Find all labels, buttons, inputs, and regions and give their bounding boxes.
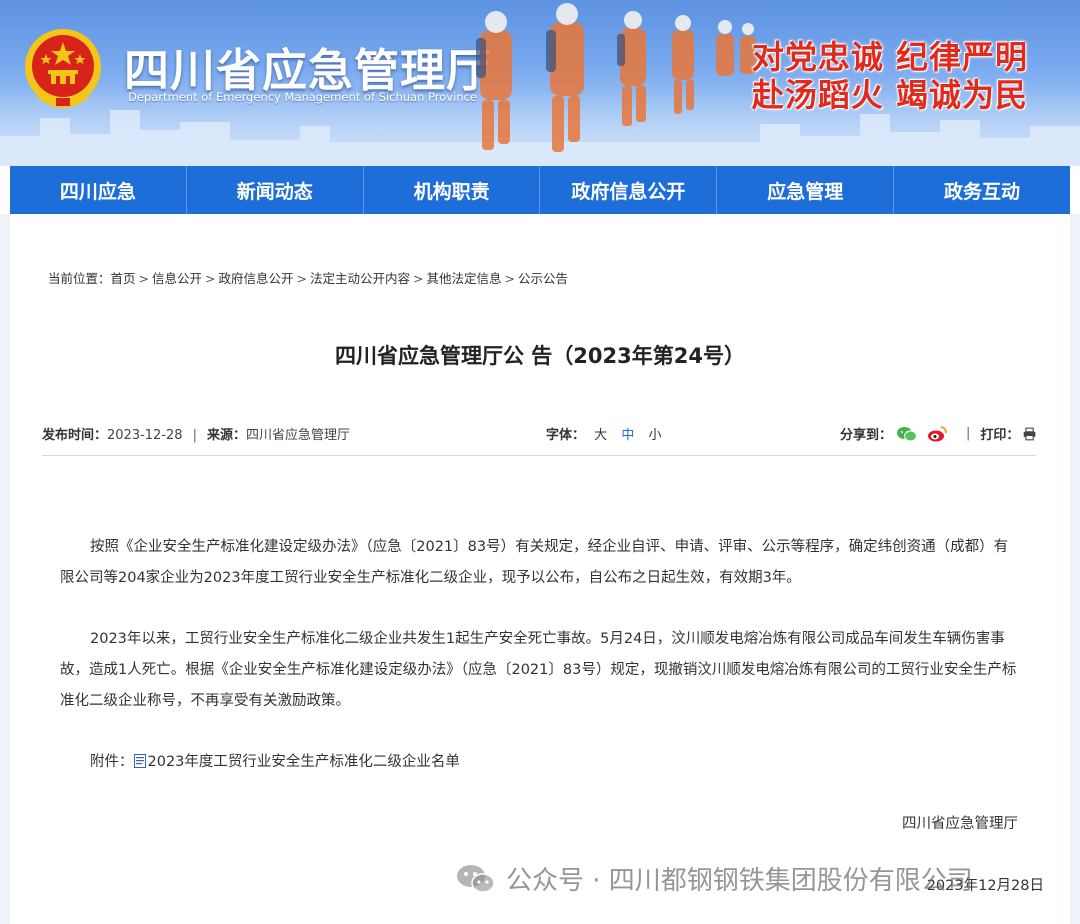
- nav-item-sichuan-emergency[interactable]: 四川应急: [10, 166, 187, 214]
- attachment-link[interactable]: 2023年度工贸行业安全生产标准化二级企业名单: [148, 750, 460, 771]
- attachment-label: 附件：: [90, 754, 134, 770]
- share-label: 分享到：: [840, 428, 893, 443]
- source-value: 四川省应急管理厅: [245, 428, 350, 443]
- breadcrumb-separator: >: [504, 271, 516, 286]
- wechat-watermark: 公众号 · 四川都钢钢铁集团股份有限公司: [456, 860, 973, 897]
- nav-item-interaction[interactable]: 政务互动: [894, 166, 1070, 214]
- signature: 四川省应急管理厅: [902, 816, 1018, 832]
- wechat-icon: [457, 864, 495, 893]
- article-paragraph-2: 2023年以来，工贸行业安全生产标准化二级企业共发生1起生产安全死亡事故。5月2…: [60, 631, 1017, 709]
- breadcrumb-home[interactable]: 首页: [111, 271, 136, 286]
- font-size-small[interactable]: 小: [648, 428, 661, 443]
- nav-item-organization[interactable]: 机构职责: [364, 166, 541, 214]
- main-nav: 四川应急 新闻动态 机构职责 政府信息公开 应急管理 政务互动: [10, 166, 1070, 214]
- font-size-label: 字体：: [546, 428, 586, 443]
- national-emblem-icon: [25, 29, 101, 108]
- breadcrumb-info-public[interactable]: 信息公开: [152, 271, 202, 286]
- breadcrumb-gov-info[interactable]: 政府信息公开: [219, 271, 294, 286]
- breadcrumb-separator: >: [205, 271, 216, 286]
- font-size-medium[interactable]: 中: [621, 428, 634, 443]
- breadcrumb-announcements[interactable]: 公示公告: [518, 271, 568, 286]
- article-meta-info: 发布时间：2023-12-28 | 来源：四川省应急管理厅: [42, 424, 350, 443]
- firefighters-image: [476, 3, 756, 152]
- slogan-line-2: 赴汤蹈火 竭诚为民: [751, 76, 1028, 114]
- meta-divider-line: [42, 455, 1036, 456]
- font-size-large[interactable]: 大: [594, 428, 607, 443]
- breadcrumb-separator: >: [296, 271, 308, 286]
- breadcrumb-separator: >: [138, 271, 150, 286]
- breadcrumb-prefix: 当前位置：: [48, 271, 111, 286]
- meta-divider: |: [966, 426, 971, 441]
- print-label: 打印：: [980, 428, 1020, 443]
- publish-label: 发布时间：: [42, 428, 108, 443]
- publish-date: 2023-12-28: [107, 428, 183, 443]
- site-subtitle: Department of Emergency Management of Si…: [128, 90, 477, 104]
- nav-item-gov-info[interactable]: 政府信息公开: [540, 166, 718, 214]
- wechat-icon[interactable]: [896, 425, 918, 443]
- meta-divider: |: [192, 428, 197, 443]
- font-size-control: 字体： 大 中 小: [546, 424, 666, 443]
- breadcrumb-statutory-content[interactable]: 法定主动公开内容: [310, 271, 410, 286]
- watermark-text: 公众号 · 四川都钢钢铁集团股份有限公司: [506, 866, 973, 896]
- printer-icon[interactable]: [1023, 425, 1039, 443]
- nav-item-emergency-management[interactable]: 应急管理: [717, 166, 895, 214]
- share-print-controls: 分享到： | 打印：: [840, 424, 1039, 443]
- attachment-row: 附件： 2023年度工贸行业安全生产标准化二级企业名单: [90, 750, 460, 771]
- document-icon: [133, 753, 146, 768]
- nav-item-news[interactable]: 新闻动态: [187, 166, 364, 214]
- breadcrumb: 当前位置：首页 > 信息公开 > 政府信息公开 > 法定主动公开内容 > 其他法定信息 > 公示公告: [48, 268, 568, 287]
- article-title: 四川省应急管理厅公 告（2023年第24号）: [335, 344, 745, 368]
- breadcrumb-separator: >: [413, 271, 424, 286]
- breadcrumb-other-info[interactable]: 其他法定信息: [427, 271, 502, 286]
- weibo-icon[interactable]: [926, 425, 948, 443]
- article-paragraph-1: 按照《企业安全生产标准化建设定级办法》（应急〔2021〕83号）有关规定，经企业…: [60, 539, 1009, 586]
- header-banner: 四川省应急管理厅 Department of Emergency Managem…: [0, 0, 1080, 166]
- source-label: 来源：: [206, 428, 246, 443]
